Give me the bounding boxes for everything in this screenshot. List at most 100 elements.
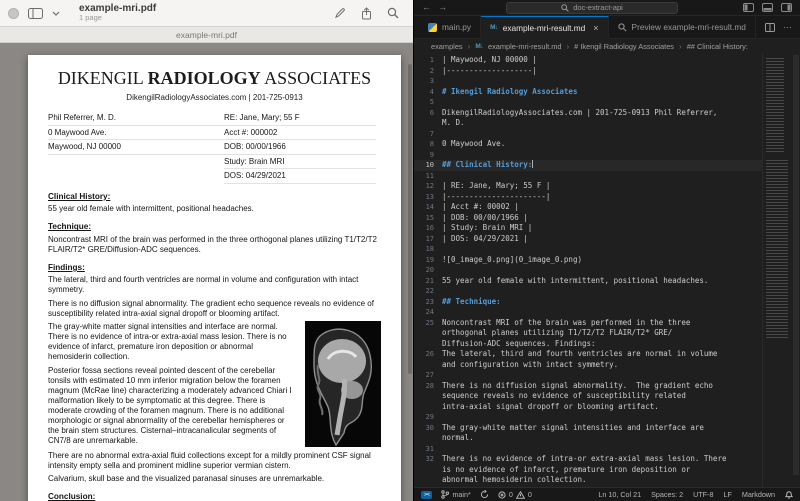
line-number: 3 (414, 76, 442, 87)
eol-status[interactable]: LF (723, 490, 731, 499)
editor-line[interactable]: 10 ## Clinical History: (414, 160, 762, 171)
toggle-sidebar-icon[interactable] (743, 3, 754, 12)
pdf-scrollbar[interactable] (408, 64, 412, 374)
editor-line[interactable]: intra-axial signal dropoff or blooming a… (414, 402, 762, 413)
customize-layout-icon[interactable] (781, 3, 792, 12)
git-branch-status[interactable]: main* (441, 490, 470, 499)
pdf-viewport[interactable]: DIKENGIL RADIOLOGY ASSOCIATES DikengilRa… (0, 44, 413, 501)
pdf-document-tab[interactable]: example-mri.pdf (0, 27, 413, 43)
nav-forward-button[interactable]: → (438, 3, 447, 12)
traffic-light-button[interactable] (8, 8, 19, 19)
line-text: is no evidence of infarct, premature iro… (442, 465, 690, 476)
editor-line[interactable]: 6 DikengilRadiologyAssociates.com | 201-… (414, 108, 762, 119)
tab-example-mri-result-md[interactable]: M↓ example-mri-result.md × (481, 16, 608, 39)
split-editor-icon[interactable] (765, 23, 775, 32)
editor-line[interactable]: 32 There is no evidence of intra-or extr… (414, 454, 762, 465)
editor-line[interactable]: is no evidence of infarct, premature iro… (414, 465, 762, 476)
editor-scrollbar[interactable] (792, 54, 800, 487)
share-button[interactable] (361, 7, 372, 20)
line-text: | Study: Brain MRI | (442, 223, 532, 234)
scrollbar-thumb[interactable] (793, 55, 799, 475)
breadcrumb-file[interactable]: example-mri-result.md (488, 42, 562, 51)
editor-line[interactable]: 15 | DOB: 00/00/1966 | (414, 213, 762, 224)
remote-indicator[interactable]: >< (421, 491, 432, 499)
more-actions-icon[interactable]: ··· (783, 22, 792, 32)
editor-line[interactable]: 31 (414, 444, 762, 455)
breadcrumb-symbol-h1[interactable]: # Ikengil Radiology Associates (574, 42, 674, 51)
editor-line[interactable]: 23 ## Technique: (414, 297, 762, 308)
error-icon (498, 491, 506, 499)
editor-line[interactable]: 2 |-------------------| (414, 66, 762, 77)
editor-line[interactable]: 20 (414, 265, 762, 276)
referrer-address-table: Phil Referrer, M. D.0 Maywood Ave.Maywoo… (48, 111, 224, 184)
search-button[interactable] (387, 7, 399, 20)
sync-status[interactable] (480, 490, 489, 499)
editor-line[interactable]: 1 | Maywood, NJ 00000 | (414, 55, 762, 66)
editor-line[interactable]: 29 (414, 412, 762, 423)
problems-status[interactable]: 0 0 (498, 490, 532, 499)
line-text: 55 year old female with intermittent, po… (442, 276, 708, 287)
editor-line[interactable]: 30 The gray-white matter signal intensit… (414, 423, 762, 434)
editor-line[interactable]: orthogonal planes utilizing T1/T2/T2 FLA… (414, 328, 762, 339)
editor-line[interactable]: 9 (414, 150, 762, 161)
line-text: # Ikengil Radiology Associates (442, 87, 577, 98)
sidebar-icon (28, 8, 43, 19)
command-center-search[interactable]: doc-extract-api (506, 2, 678, 14)
editor-line[interactable]: 16 | Study: Brain MRI | (414, 223, 762, 234)
editor-line[interactable]: 18 (414, 244, 762, 255)
branch-icon (441, 490, 449, 499)
encoding-status[interactable]: UTF-8 (693, 490, 713, 499)
minimap[interactable] (762, 54, 792, 487)
nav-back-button[interactable]: ← (422, 3, 431, 12)
sidebar-toggle-button[interactable] (28, 8, 43, 19)
editor-line[interactable]: sequence reveals no evidence of suscepti… (414, 391, 762, 402)
editor-line[interactable]: 28 There is no diffusion signal abnormal… (414, 381, 762, 392)
editor-line[interactable]: M. D. (414, 118, 762, 129)
letterhead: DIKENGIL RADIOLOGY ASSOCIATES (48, 68, 381, 89)
notifications-bell-icon[interactable] (785, 490, 793, 499)
line-text: | Maywood, NJ 00000 | (442, 55, 537, 66)
editor-line[interactable]: 3 (414, 76, 762, 87)
editor-line[interactable]: 13 |----------------------| (414, 192, 762, 203)
editor-line[interactable]: 21 55 year old female with intermittent,… (414, 276, 762, 287)
indentation-status[interactable]: Spaces: 2 (651, 490, 683, 499)
tab-label: Preview example-mri-result.md (632, 22, 746, 32)
tab-main-py[interactable]: main.py (419, 16, 481, 38)
editor-line[interactable]: normal. (414, 433, 762, 444)
editor-lines[interactable]: 1 | Maywood, NJ 00000 | 2 |-------------… (414, 54, 762, 487)
editor-line[interactable]: 17 | DOS: 04/29/2021 | (414, 234, 762, 245)
editor-line[interactable]: 26 The lateral, third and fourth ventric… (414, 349, 762, 360)
language-mode-status[interactable]: Markdown (742, 490, 775, 499)
referrer-address-row: Maywood, NJ 00000 (48, 140, 224, 155)
editor-line[interactable]: 12 | RE: Jane, Mary; 55 F | (414, 181, 762, 192)
tab-preview-example-mri-result-md[interactable]: Preview example-mri-result.md (609, 16, 756, 38)
breadcrumb-symbol-h2[interactable]: ## Clinical History: (687, 42, 748, 51)
editor-line[interactable]: 24 (414, 307, 762, 318)
line-number: 23 (414, 297, 442, 308)
workspace-title: doc-extract-api (573, 3, 623, 12)
pencil-icon (334, 7, 346, 19)
line-number: 6 (414, 108, 442, 119)
cursor-position-status[interactable]: Ln 10, Col 21 (598, 490, 641, 499)
toggle-panel-icon[interactable] (762, 3, 773, 12)
sidebar-view-menu[interactable] (52, 11, 60, 16)
editor-line[interactable]: 7 (414, 129, 762, 140)
editor-line[interactable]: 25 Noncontrast MRI of the brain was perf… (414, 318, 762, 329)
editor-line[interactable]: abnormal hemosiderin collection. (414, 475, 762, 486)
breadcrumb-folder[interactable]: examples (431, 42, 463, 51)
editor-line[interactable]: 4 # Ikengil Radiology Associates (414, 87, 762, 98)
editor-line[interactable]: 5 (414, 97, 762, 108)
editor-line[interactable]: and configuration with intact symmetry. (414, 360, 762, 371)
editor-line[interactable]: 8 0 Maywood Ave. (414, 139, 762, 150)
editor-line[interactable]: 14 | Acct #: 00002 | (414, 202, 762, 213)
editor-line[interactable]: Diffusion-ADC sequences. Findings: (414, 339, 762, 350)
close-tab-icon[interactable]: × (593, 23, 598, 33)
line-number (414, 339, 442, 350)
markup-button[interactable] (334, 7, 346, 20)
editor-line[interactable]: 11 (414, 171, 762, 182)
line-text: |-------------------| (442, 66, 537, 77)
editor-line[interactable]: 19 ![0_image_0.png](0_image_0.png) (414, 255, 762, 266)
line-number: 17 (414, 234, 442, 245)
editor-line[interactable]: 27 (414, 370, 762, 381)
editor-line[interactable]: 22 (414, 286, 762, 297)
